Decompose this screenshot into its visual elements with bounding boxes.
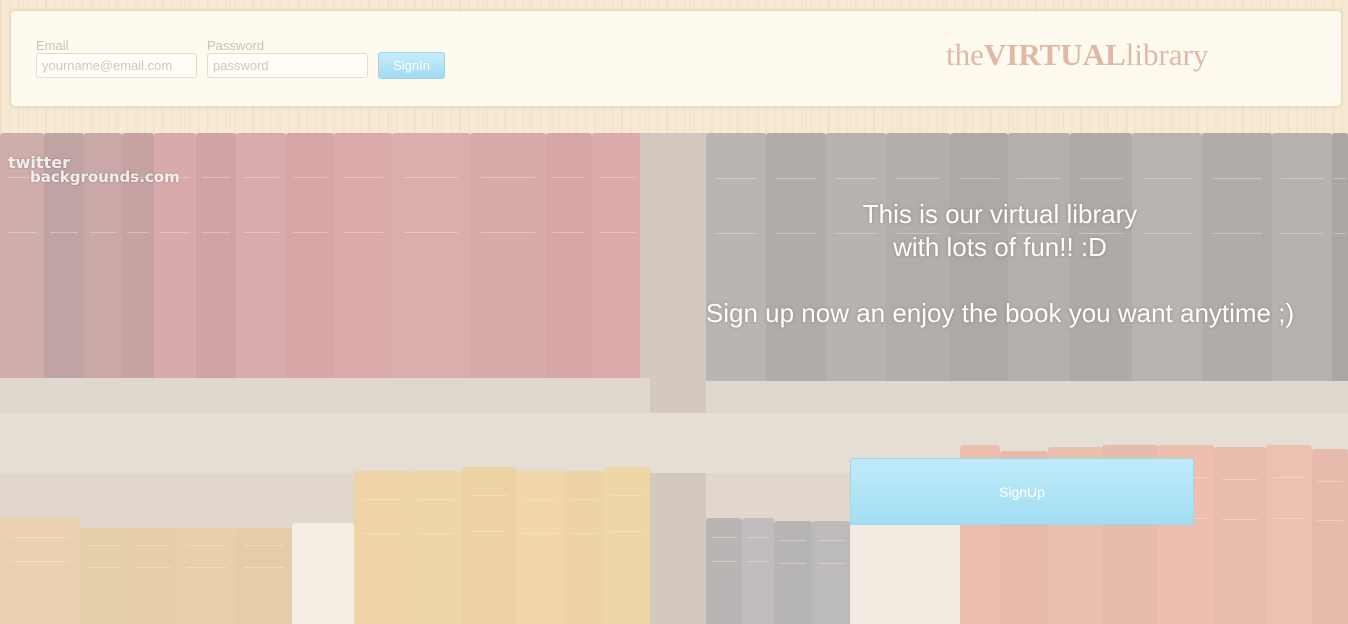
twitter-backgrounds-watermark: twitter backgrounds.com (8, 155, 180, 185)
email-field[interactable] (36, 53, 197, 78)
logo-part-library: library (1125, 37, 1209, 72)
password-field[interactable] (207, 53, 368, 78)
welcome-line-3: Sign up now an enjoy the book you want a… (705, 298, 1295, 328)
watermark-line-2: backgrounds.com (30, 168, 180, 186)
signup-button[interactable]: SignUp (850, 458, 1194, 525)
site-logo: theVIRTUALlibrary (946, 37, 1208, 73)
header-panel: Email Password SignIn theVIRTUALlibrary (10, 10, 1342, 107)
welcome-line-1: This is our virtual library (862, 199, 1138, 229)
logo-part-the: the (946, 37, 984, 72)
logo-part-virtual: VIRTUAL (983, 37, 1126, 72)
email-label: Email (36, 38, 69, 53)
signin-button[interactable]: SignIn (378, 52, 445, 79)
password-label: Password (207, 38, 265, 53)
welcome-message: This is our virtual library with lots of… (680, 198, 1320, 330)
welcome-line-2: with lots of fun!! :D (893, 232, 1107, 262)
